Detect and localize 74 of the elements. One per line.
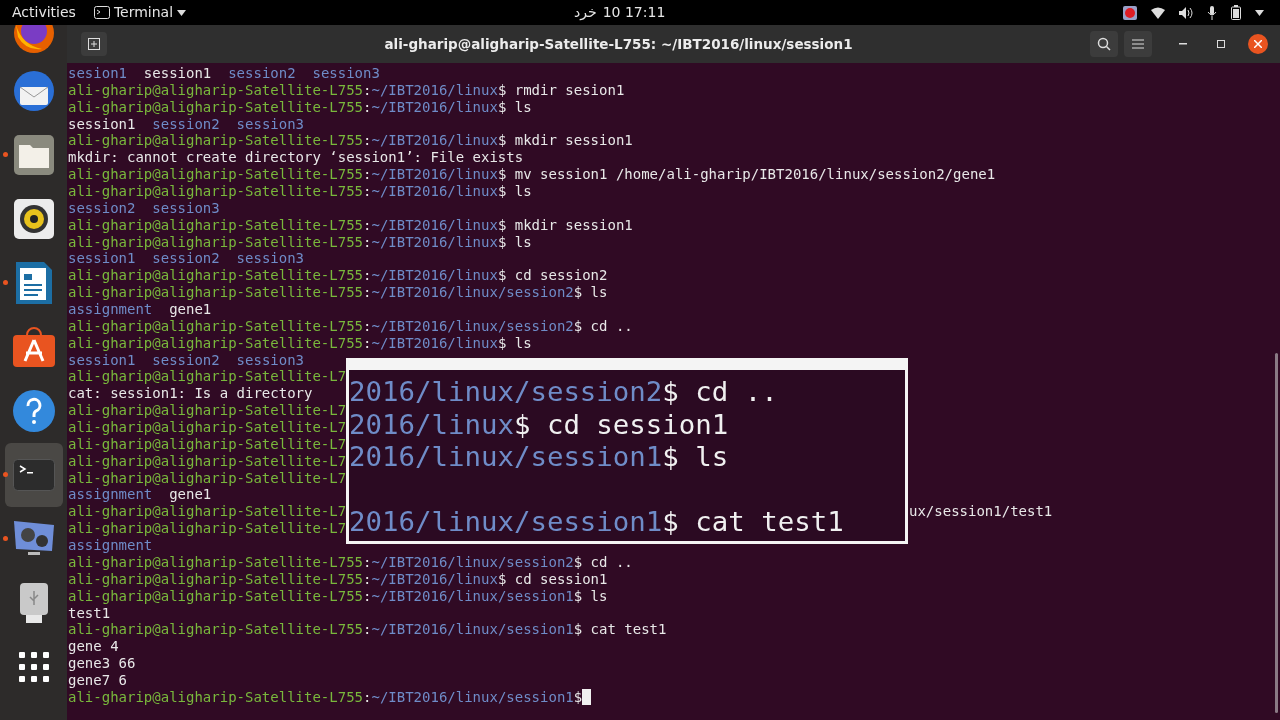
terminal-line: ali-gharip@aligharip-Satellite-L755:~/IBT2016/linux$ mkdir session1 [68,216,633,234]
microphone-icon[interactable] [1207,5,1217,20]
window-title: ali-gharip@aligharip-Satellite-L755: ~/IBT2016/linux/session1 [383,34,854,54]
terminal-line: ali-gharip@aligharip-Satellite-L755:~/IBT2016/linux/session1$ ls [68,587,608,605]
terminal-line: ali-gharip@aligharip-Satellite-L755:~/IBT2016/linux$ cd session2 [68,267,608,285]
terminal-line: ali-gharip@aligharip-Satellite-L7 [68,520,347,538]
terminal-line: session2 session3 [68,199,220,217]
new-tab-icon [88,38,100,50]
activities-button[interactable]: Activities [12,2,76,23]
folder-icon[interactable] [13,135,54,175]
terminal-line: ux/session1/test1 [909,503,1054,521]
terminal-line: ali-gharip@aligharip-Satellite-L755:~/IBT2016/linux/session1$ [68,688,592,706]
search-icon [1097,37,1111,51]
zoomed-line: 2016/linux/session1$ ls [349,441,730,474]
terminal-line: ali-gharip@aligharip-Satellite-L755:~/IBT2016/linux/session2$ cd .. [68,553,633,571]
terminal-line: session1 session2 session3 [68,351,305,369]
terminal-line: ali-gharip@aligharip-Satellite-L7 [68,402,347,420]
terminal-line: ali-gharip@aligharip-Satellite-L755:~/IBT2016/linux/session2$ ls [68,284,608,302]
terminal-line: ali-gharip@aligharip-Satellite-L755:~/IBT2016/linux$ cd session1 [68,570,608,588]
recorder-icon[interactable] [1123,5,1137,20]
zoomed-line: 2016/linux/session2$ cd .. [349,376,779,409]
speaker-icon[interactable] [13,199,54,239]
terminal-line: ali-gharip@aligharip-Satellite-L755:~/IBT2016/linux/session2$ cd .. [68,317,633,335]
terminal-line: ali-gharip@aligharip-Satellite-L7 [68,435,347,453]
mail-icon[interactable] [11,69,56,113]
battery-icon[interactable] [1231,5,1241,20]
terminal-line: cat: session1: Is a directory [68,385,313,403]
terminal-line: ali-gharip@aligharip-Satellite-L7 [68,419,347,436]
terminal-line: ali-gharip@aligharip-Satellite-L7 [68,368,347,386]
shopping-bag-icon[interactable] [12,327,55,367]
volume-icon[interactable] [1179,6,1193,19]
menu-icon [1132,39,1144,49]
terminal-icon [93,6,110,19]
maximize-icon [1217,40,1225,48]
terminal-line: ali-gharip@aligharip-Satellite-L755:~/IBT2016/linux$ mv session1 /home/ali-gharip/IBT2016/linux/session2/gene1 [68,166,996,183]
terminal-line: sesion1 session1 session2 session3 [68,65,380,82]
close-icon [1254,40,1262,48]
close-button[interactable] [1248,34,1268,54]
terminal-line: gene7 6 [68,671,127,689]
terminal-line: assignment [68,537,153,554]
terminal-line: ali-gharip@aligharip-Satellite-L755:~/IBT2016/linux/session1$ cat test1 [68,621,667,639]
help-icon[interactable] [12,390,55,432]
terminal-line: test1 [68,604,111,622]
terminal-line: ali-gharip@aligharip-Satellite-L755:~/IBT2016/linux$ ls [68,233,532,251]
menu-button[interactable] [1124,31,1152,57]
scrollbar-thumb[interactable] [1275,353,1278,713]
minimize-icon [1179,43,1187,45]
terminal-line: ali-gharip@aligharip-Satellite-L755:~/IBT2016/linux$ ls [68,183,532,200]
terminal-line: assignment gene1 [68,301,212,318]
zoomed-line: 2016/linux$ cd session1 [349,408,730,442]
caret-icon[interactable] [1255,9,1264,16]
terminal-icon[interactable] [12,459,55,491]
terminal-line: ali-gharip@aligharip-Satellite-L755:~/IBT2016/linux$ mkdir session1 [68,132,633,150]
new-tab-button[interactable] [81,32,107,56]
browser-icon[interactable] [11,25,56,55]
caret-icon [177,9,187,16]
app-menu[interactable]: Terminal [93,2,187,23]
terminal-line: ali-gharip@aligharip-Satellite-L755:~/IBT2016/linux$ rmdir sesion1 [68,81,625,99]
terminal-line: gene 4 [68,638,119,656]
terminal-line: ali-gharip@aligharip-Satellite-L7 [68,469,347,487]
terminal-line: mkdir: cannot create directory ‘session1’: File exists [68,149,524,167]
search-button[interactable] [1090,31,1118,57]
terminal-line: session1 session2 session3 [68,115,305,133]
zoomed-line: 2016/linux/session1$ cat test1 [349,506,845,539]
terminal-line: assignment gene1 [68,486,212,504]
terminal-line: gene3 66 [68,655,136,672]
terminal-line: ali-gharip@aligharip-Satellite-L755:~/IBT2016/linux$ ls [68,334,532,352]
terminal-line: session1 session2 session3 [68,250,305,268]
terminal-line: ali-gharip@aligharip-Satellite-L755:~/IBT2016/linux$ ls [68,98,532,116]
terminal-line: ali-gharip@aligharip-Satellite-L7 [68,452,347,470]
wifi-icon[interactable] [1151,6,1165,19]
usb-drive-icon[interactable] [19,583,48,623]
document-icon[interactable] [15,262,52,304]
app-grid-icon[interactable] [18,652,49,682]
